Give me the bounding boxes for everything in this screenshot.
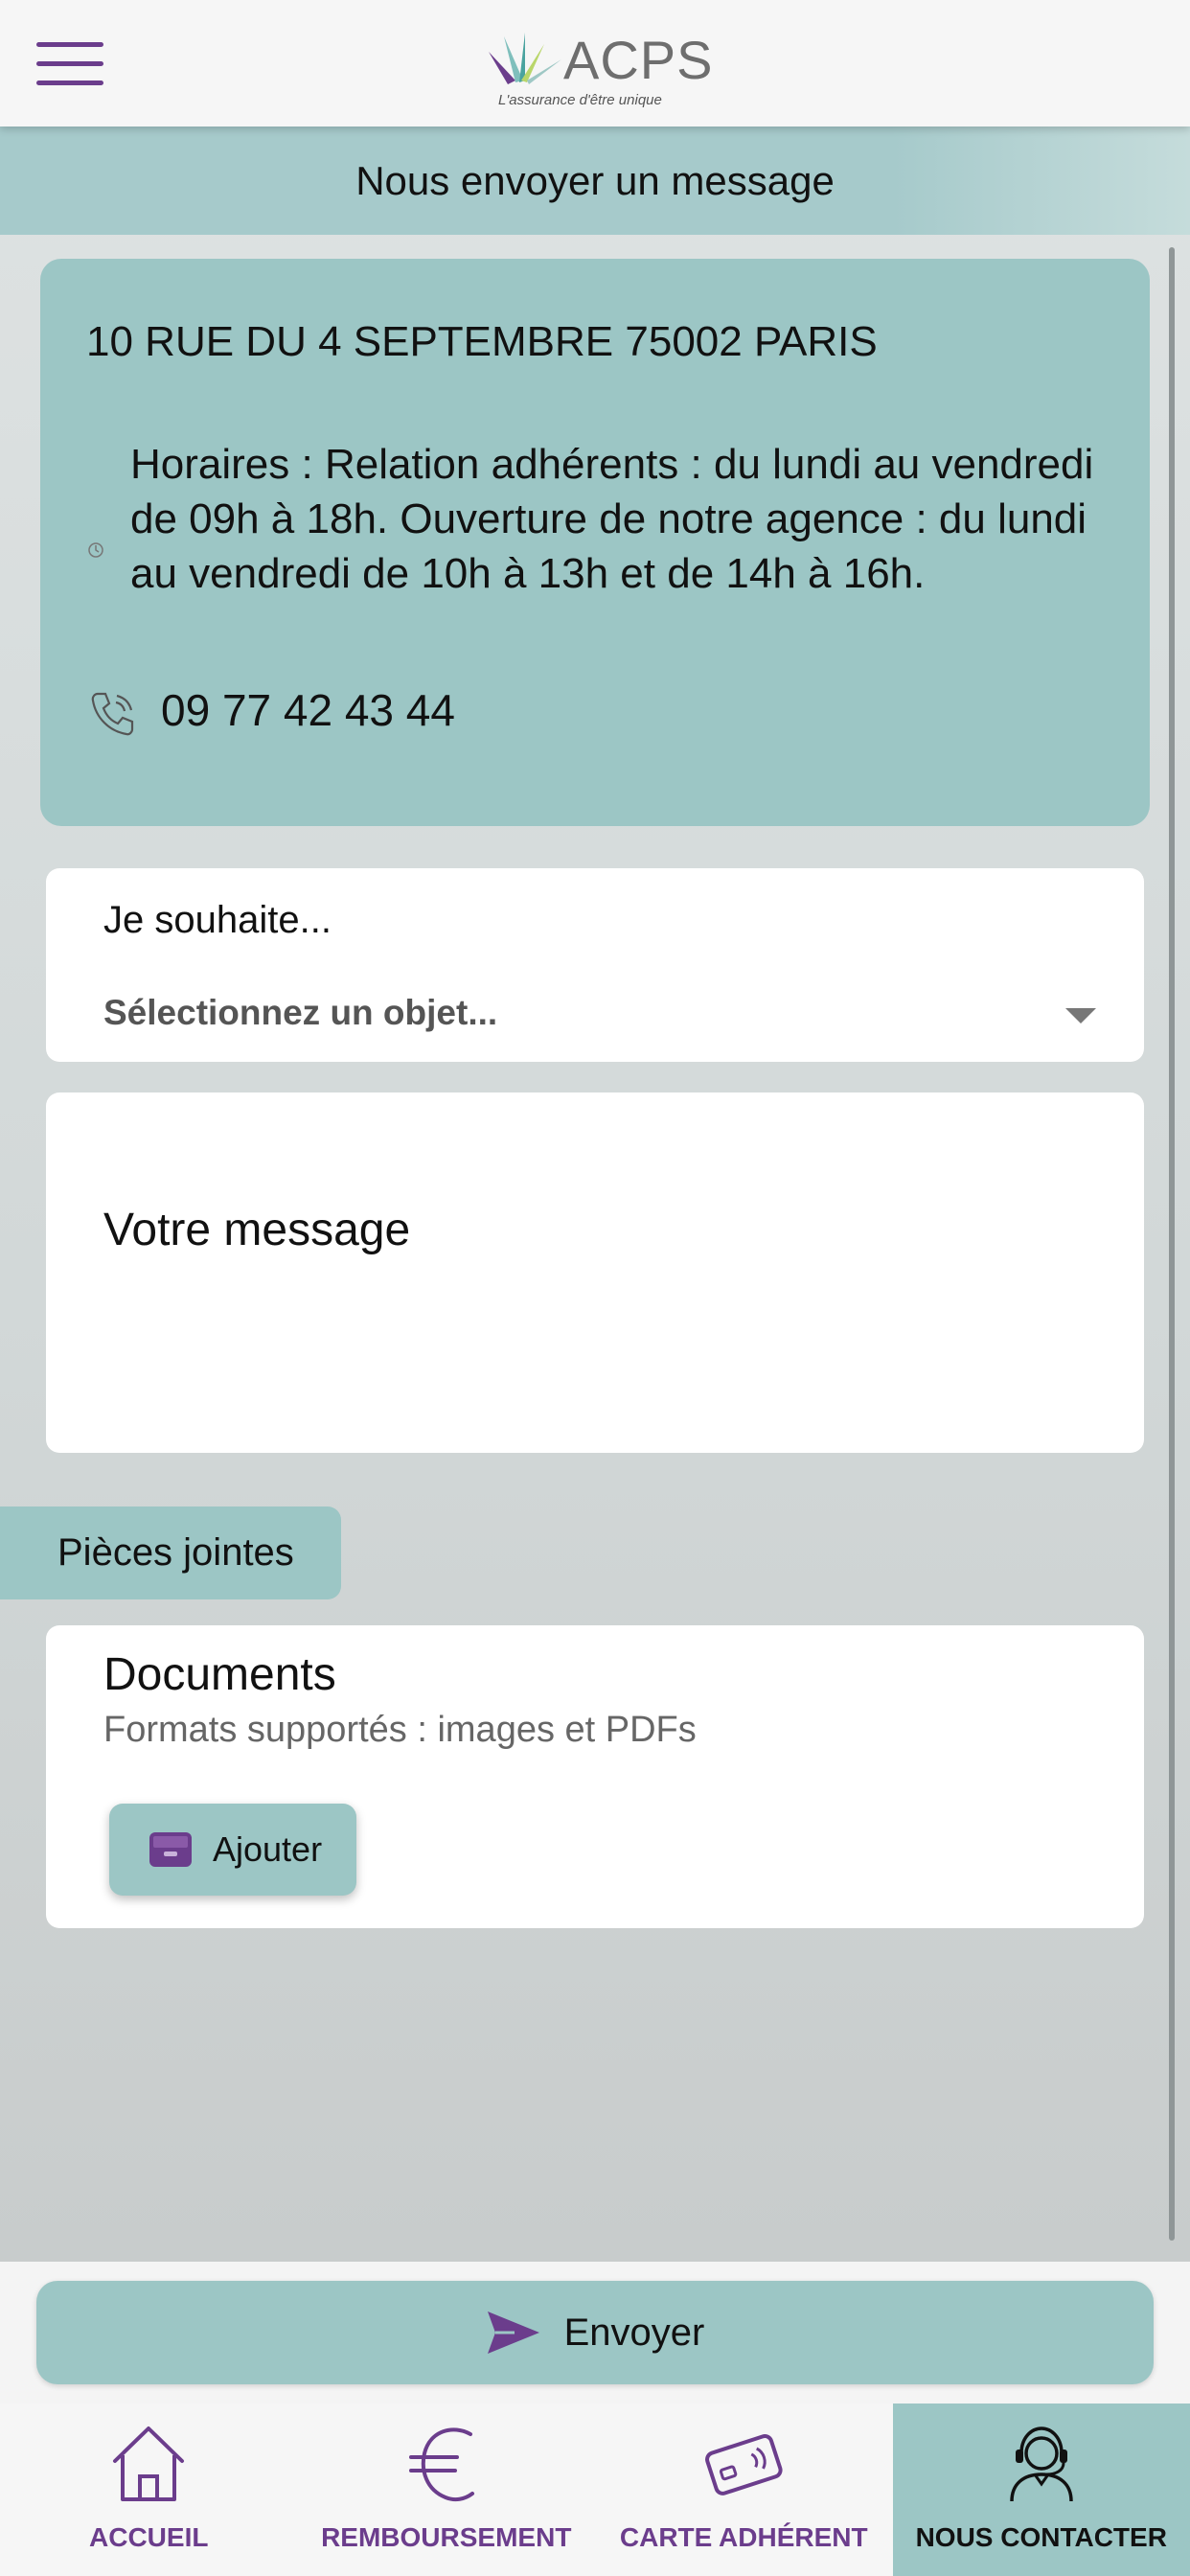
attachments-tab: Pièces jointes (0, 1506, 341, 1599)
page-title: Nous envoyer un message (355, 157, 835, 203)
nav-label-carte-adherent: CARTE ADHÉRENT (619, 2522, 868, 2552)
nav-label-accueil: ACCUEIL (89, 2522, 209, 2552)
page-title-band: Nous envoyer un message (0, 126, 1190, 235)
nav-item-nous-contacter[interactable]: NOUS CONTACTER (892, 2404, 1190, 2576)
send-button[interactable]: Envoyer (36, 2281, 1154, 2384)
contact-hours: Horaires : Relation adhérents : du lundi… (130, 441, 1094, 597)
add-document-label: Ajouter (213, 1829, 323, 1869)
send-icon (487, 2312, 539, 2354)
nav-label-nous-contacter: NOUS CONTACTER (915, 2522, 1167, 2552)
documents-title: Documents (103, 1649, 336, 1700)
nav-label-remboursement: REMBOURSEMENT (321, 2522, 572, 2552)
scrollbar[interactable] (1169, 247, 1175, 2241)
logo-tagline: L'assurance d'être unique (498, 92, 662, 108)
nav-item-remboursement[interactable]: REMBOURSEMENT (298, 2404, 596, 2576)
message-input[interactable]: Votre message (46, 1092, 1144, 1453)
subject-placeholder[interactable]: Sélectionnez un objet... (103, 993, 497, 1033)
chevron-down-icon[interactable] (1065, 1008, 1096, 1024)
bottom-nav: ACCUEIL REMBOURSEMENT CARTE ADHÉRENT NOU… (0, 2404, 1190, 2576)
acps-logo: ACPS L'assurance d'être unique (487, 29, 717, 115)
home-icon (113, 2426, 185, 2501)
contact-phone[interactable]: 09 77 42 43 44 (161, 684, 455, 736)
subject-select[interactable]: Je souhaite... Sélectionnez un objet... (46, 868, 1144, 1062)
contact-info-card: 10 RUE DU 4 SEPTEMBRE 75002 PARIS Horair… (40, 259, 1150, 826)
hamburger-icon[interactable] (36, 42, 103, 86)
nav-item-accueil[interactable]: ACCUEIL (0, 2404, 298, 2576)
phone-icon[interactable] (86, 688, 138, 740)
send-bar: Envoyer (0, 2262, 1190, 2404)
leaf-logo-icon (489, 33, 561, 84)
contact-address: 10 RUE DU 4 SEPTEMBRE 75002 PARIS (86, 318, 878, 365)
add-document-button[interactable]: Ajouter (109, 1804, 356, 1896)
logo-text: ACPS (563, 30, 714, 90)
documents-card: Documents Formats supportés : images et … (46, 1625, 1144, 1928)
documents-formats: Formats supportés : images et PDFs (103, 1710, 697, 1750)
clock-icon (88, 542, 103, 558)
support-agent-icon (1010, 2426, 1073, 2502)
app-header: ACPS L'assurance d'être unique (0, 0, 1190, 126)
inbox-icon (149, 1832, 192, 1867)
send-label: Envoyer (563, 2311, 705, 2354)
subject-label: Je souhaite... (103, 899, 332, 941)
card-icon (705, 2434, 783, 2496)
nav-item-carte-adherent[interactable]: CARTE ADHÉRENT (595, 2404, 893, 2576)
message-placeholder: Votre message (103, 1205, 411, 1255)
euro-icon (408, 2427, 474, 2502)
